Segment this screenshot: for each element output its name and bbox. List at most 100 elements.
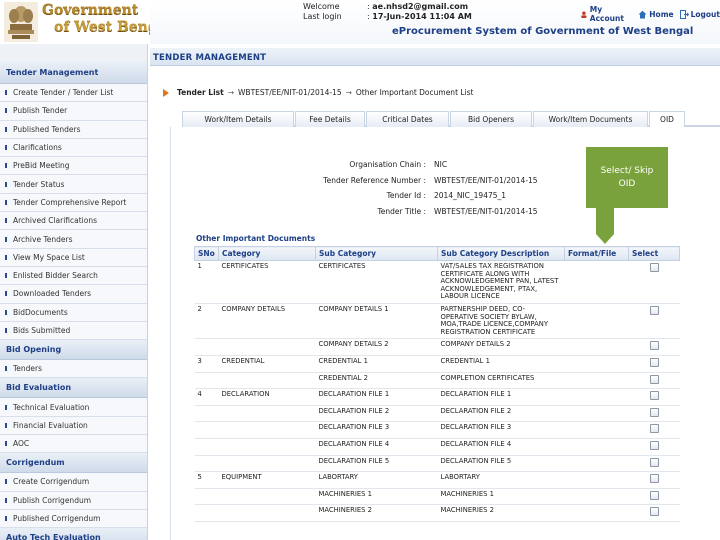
col-description: Sub Category Description [437, 246, 565, 261]
my-account-link[interactable]: My Account [580, 5, 632, 23]
select-checkbox[interactable] [649, 341, 659, 351]
sidebar-item[interactable]: Financial Evaluation [0, 416, 147, 436]
table-row: 3 CREDENTIAL CREDENTIAL 1 CREDENTIAL 1 [194, 355, 680, 373]
select-checkbox[interactable] [649, 490, 659, 500]
page-header: Government of West Bengal Welcome: ae.nh… [0, 0, 720, 44]
select-checkbox[interactable] [649, 424, 659, 434]
bullet-icon [5, 90, 7, 96]
cell-category: CREDENTIAL [218, 355, 316, 373]
cell-format-file [564, 338, 629, 356]
cell-sno: 3 [194, 355, 219, 373]
sidebar-item-label: Publish Corrigendum [13, 495, 92, 505]
table-row: COMPANY DETAILS 2 COMPANY DETAILS 2 [194, 338, 680, 356]
logout-label: Logout [690, 9, 720, 19]
cell-select [628, 488, 680, 506]
logout-link[interactable]: Logout [679, 5, 720, 23]
cell-description: DECLARATION FILE 5 [437, 455, 565, 473]
sidebar-item[interactable]: Tender Status [0, 175, 147, 194]
cell-sno [194, 504, 219, 522]
cell-category: DECLARATION [218, 388, 316, 406]
sidebar-item[interactable]: PreBid Meeting [0, 157, 147, 176]
cell-sno [194, 488, 219, 506]
sidebar-item-label: View My Space List [13, 252, 85, 262]
tab-work-item-details[interactable]: Work/Item Details [182, 111, 294, 127]
cell-format-file [564, 455, 629, 473]
sidebar-item[interactable]: Publish Corrigendum [0, 491, 147, 510]
bullet-icon [5, 422, 7, 428]
tab-work-item-documents[interactable]: Work/Item Documents [533, 111, 648, 127]
cell-format-file [564, 405, 629, 423]
select-checkbox[interactable] [649, 374, 659, 384]
select-checkbox[interactable] [649, 391, 659, 401]
cell-sub-category: LABORTARY [315, 471, 438, 489]
cell-category: EQUIPMENT [218, 471, 316, 489]
select-checkbox[interactable] [649, 263, 659, 272]
tab-critical-dates[interactable]: Critical Dates [366, 111, 449, 127]
cell-format-file [564, 438, 629, 456]
cell-select [628, 338, 680, 356]
sidebar-section-1[interactable]: Bid Opening [0, 340, 147, 361]
sidebar-item[interactable]: Create Corrigendum [0, 473, 147, 492]
sidebar-section-0[interactable]: Tender Management [0, 62, 147, 84]
cell-description: COMPLETION CERTIFICATES [437, 372, 565, 390]
bullet-icon [5, 273, 7, 279]
select-checkbox[interactable] [649, 440, 659, 450]
sidebar-item[interactable]: Technical Evaluation [0, 398, 147, 417]
select-checkbox[interactable] [649, 507, 659, 517]
sidebar-item[interactable]: Archived Clarifications [0, 212, 147, 231]
cell-format-file [564, 421, 629, 439]
select-checkbox[interactable] [649, 357, 659, 367]
sidebar-item-label: BidDocuments [13, 307, 68, 317]
callout-pointer [596, 234, 614, 244]
sidebar-item[interactable]: Tender Comprehensive Report [0, 193, 147, 213]
sidebar-item[interactable]: AOC [0, 435, 147, 454]
cell-format-file [564, 260, 629, 304]
sidebar-item-label: Published Corrigendum [13, 514, 101, 524]
cell-category [218, 372, 316, 390]
breadcrumb: Tender List → WBTEST/EE/NIT-01/2014-15 →… [163, 88, 474, 97]
home-link[interactable]: Home [638, 5, 674, 23]
sidebar-item[interactable]: Archive Tenders [0, 230, 147, 249]
select-checkbox[interactable] [649, 305, 659, 315]
system-title: eProcurement System of Government of Wes… [392, 26, 694, 37]
select-checkbox[interactable] [649, 457, 659, 467]
sidebar-item[interactable]: BidDocuments [0, 303, 147, 322]
sidebar-item[interactable]: Bids Submitted [0, 321, 147, 341]
breadcrumb-item-tender-ref[interactable]: WBTEST/EE/NIT-01/2014-15 [238, 88, 342, 97]
table-header-row: SNo Category Sub Category Sub Category D… [194, 246, 680, 261]
sidebar-section-2[interactable]: Bid Evaluation [0, 378, 147, 399]
sidebar-item[interactable]: Enlisted Bidder Search [0, 266, 147, 286]
bullet-icon [5, 497, 7, 503]
cell-sno [194, 338, 219, 356]
bullet-icon [5, 441, 7, 447]
sidebar-item[interactable]: Published Corrigendum [0, 509, 147, 529]
cell-category [218, 405, 316, 423]
cell-select [628, 303, 680, 340]
tender-title-value: WBTEST/EE/NIT-01/2014-15 [434, 206, 538, 216]
sidebar-item-label: Financial Evaluation [13, 420, 88, 430]
sidebar-item[interactable]: View My Space List [0, 248, 147, 267]
callout-tail [596, 208, 614, 234]
tab-fee-details[interactable]: Fee Details [295, 111, 365, 127]
tender-id-value: 2014_NIC_19475_1 [434, 191, 507, 200]
select-checkbox[interactable] [649, 407, 659, 417]
sidebar-item[interactable]: Published Tenders [0, 120, 147, 139]
breadcrumb-item-tender-list[interactable]: Tender List [177, 88, 224, 97]
bullet-icon [5, 309, 7, 315]
sidebar-item[interactable]: Tenders [0, 360, 147, 379]
last-login-label: Last login [303, 12, 342, 21]
sidebar-item[interactable]: Create Tender / Tender List [0, 84, 147, 103]
sidebar-item[interactable]: Clarifications [0, 138, 147, 158]
tab-bid-openers[interactable]: Bid Openers [450, 111, 532, 127]
sidebar-item-label: Archived Clarifications [13, 216, 98, 226]
sidebar-item[interactable]: Publish Tender [0, 102, 147, 121]
cell-description: CREDENTIAL 1 [437, 355, 565, 373]
sidebar-item[interactable]: Downloaded Tenders [0, 285, 147, 304]
sidebar-section-3[interactable]: Corrigendum [0, 453, 147, 474]
cell-description: DECLARATION FILE 2 [437, 405, 565, 423]
tab-oid[interactable]: OID [649, 111, 685, 127]
tender-ref-label: Tender Reference Number : [323, 175, 426, 185]
bullet-icon [5, 126, 7, 132]
sidebar-section-4[interactable]: Auto Tech Evaluation [0, 528, 147, 540]
select-checkbox[interactable] [649, 474, 659, 484]
